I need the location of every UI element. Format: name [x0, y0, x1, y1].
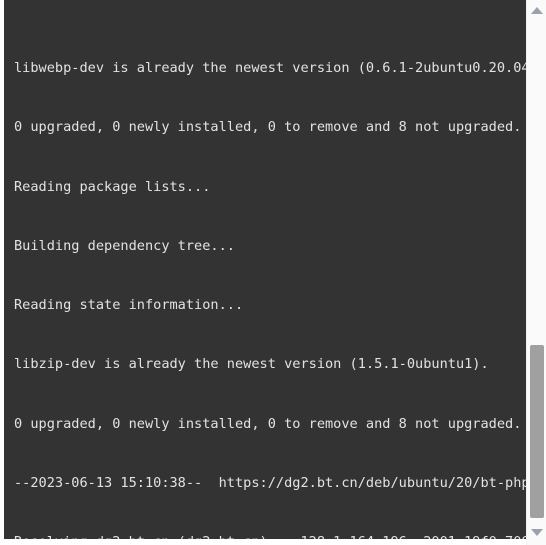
terminal-line: --2023-06-13 15:10:38-- https://dg2.bt.c…	[14, 475, 526, 492]
terminal-line: 0 upgraded, 0 newly installed, 0 to remo…	[14, 119, 522, 136]
terminal-window: libwebp-dev is already the newest versio…	[0, 0, 546, 545]
terminal-line: Building dependency tree...	[14, 237, 235, 254]
terminal-line: libwebp-dev is already the newest versio…	[14, 60, 526, 76]
scroll-down-button[interactable]	[527, 524, 546, 541]
chevron-down-icon	[530, 529, 543, 536]
vertical-scrollbar[interactable]	[526, 0, 546, 545]
terminal-line: libzip-dev is already the newest version…	[14, 356, 489, 373]
terminal-line: Reading state information...	[14, 297, 244, 314]
terminal-line-list: libwebp-dev is already the newest versio…	[14, 1, 526, 539]
terminal-line: 0 upgraded, 0 newly installed, 0 to remo…	[14, 415, 522, 432]
scroll-up-button[interactable]	[527, 2, 546, 19]
terminal-line: Resolving dg2.bt.cn (dg2.bt.cn)... 128.1…	[14, 532, 526, 539]
terminal-line: Reading package lists...	[14, 178, 211, 195]
terminal-output-panel[interactable]: libwebp-dev is already the newest versio…	[0, 0, 526, 539]
scrollbar-thumb[interactable]	[530, 345, 544, 518]
chevron-up-icon	[530, 7, 543, 14]
